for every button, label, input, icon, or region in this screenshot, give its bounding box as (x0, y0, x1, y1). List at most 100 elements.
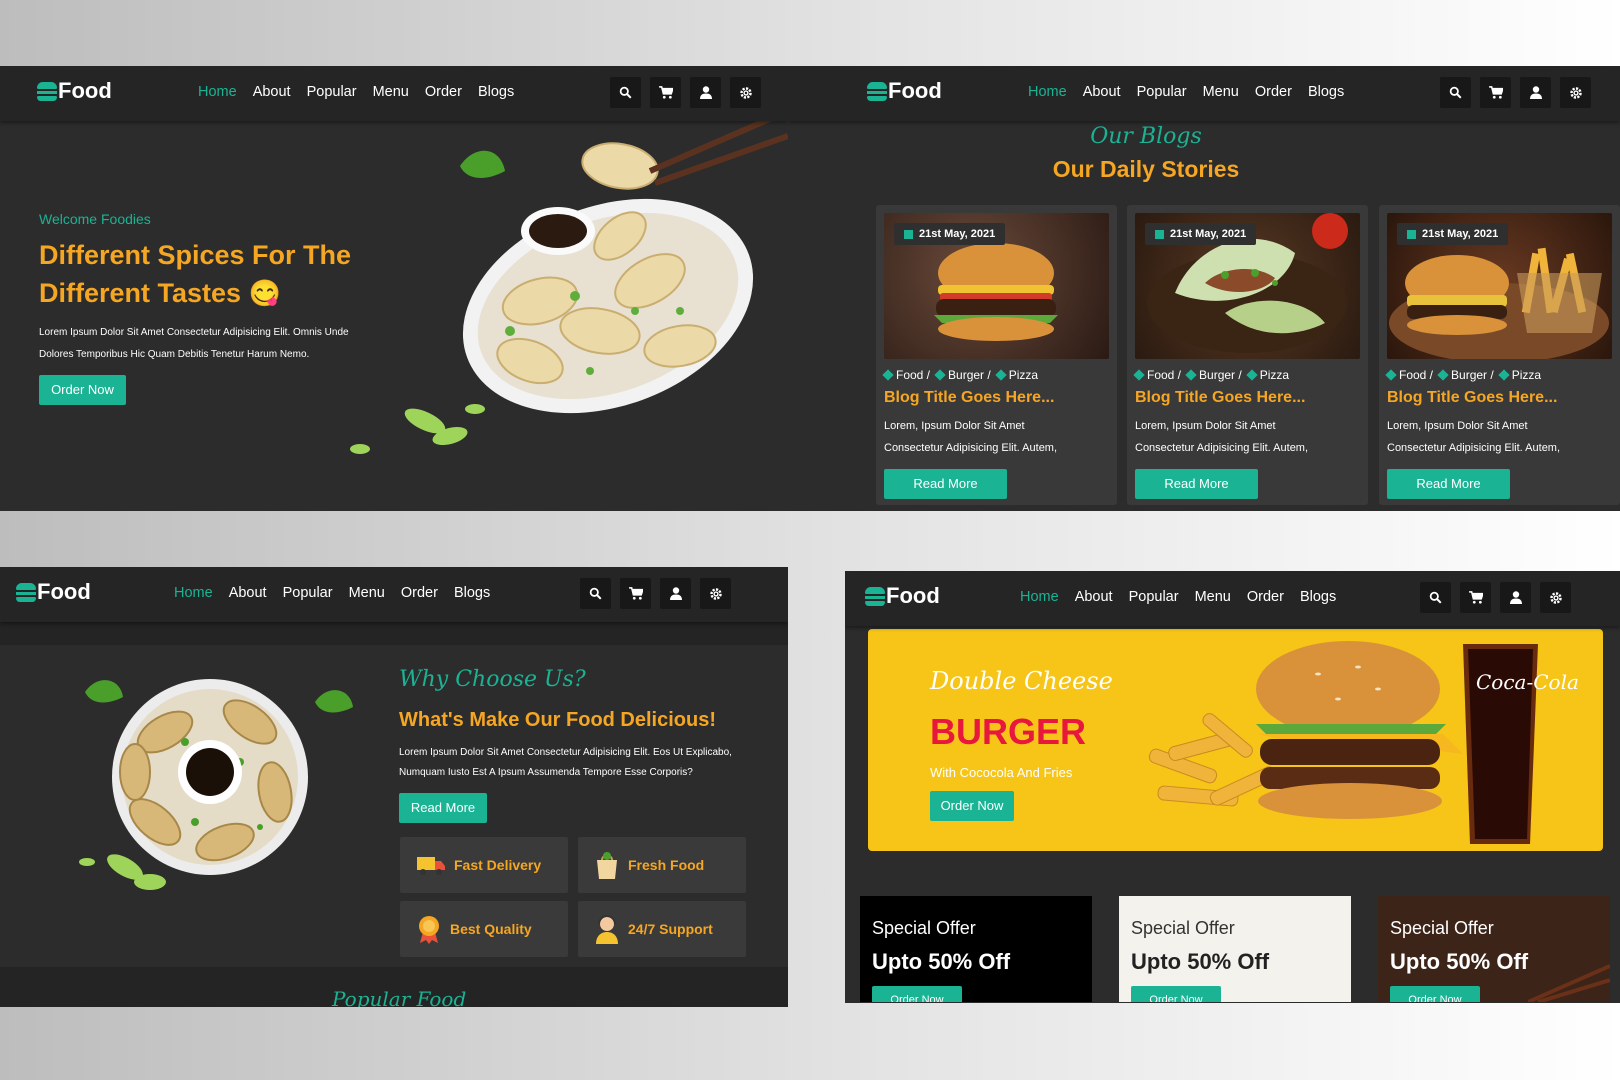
user-icon[interactable] (660, 578, 691, 609)
tag-icon (882, 369, 894, 381)
nav-icons (1440, 77, 1591, 108)
brand-name: Food (58, 78, 112, 103)
blog-excerpt-line2: Consectetur Adipisicing Elit. Autem, (884, 442, 1058, 454)
logo[interactable]: Food (16, 579, 91, 605)
blog-date: 21st May, 2021 (919, 228, 996, 240)
search-icon[interactable] (610, 77, 641, 108)
tag-food[interactable]: Food / (882, 368, 930, 382)
nav-order[interactable]: Order (1247, 589, 1284, 605)
order-now-button[interactable]: Order Now (39, 375, 126, 405)
cart-icon[interactable] (650, 77, 681, 108)
offer-discount: Upto 50% Off (872, 949, 1011, 974)
nav-order[interactable]: Order (425, 84, 462, 100)
delivery-truck-icon (417, 857, 445, 875)
nav-blogs[interactable]: Blogs (478, 84, 514, 100)
user-icon[interactable] (1520, 77, 1551, 108)
nav-home[interactable]: Home (1028, 84, 1067, 100)
nav-menu-link[interactable]: Menu (1203, 84, 1239, 100)
nav-menu: Home About Popular Menu Order Blogs (1028, 84, 1344, 100)
nav-about[interactable]: About (1075, 589, 1113, 605)
popular-food-heading: Popular Food (332, 987, 467, 1007)
nav-menu-link[interactable]: Menu (1195, 589, 1231, 605)
tag-burger[interactable]: Burger / (1185, 368, 1242, 382)
nav-home[interactable]: Home (174, 585, 213, 601)
brand-name: Food (888, 78, 942, 103)
tag-food[interactable]: Food / (1385, 368, 1434, 382)
logo[interactable]: Food (865, 583, 940, 609)
gear-icon[interactable] (1540, 582, 1571, 613)
nav-blogs[interactable]: Blogs (454, 585, 490, 601)
tag-icon (1133, 369, 1145, 381)
navbar: Food Home About Popular Menu Order Blogs (0, 567, 788, 622)
nav-about[interactable]: About (229, 585, 267, 601)
tag-icon (1437, 369, 1449, 381)
nav-blogs[interactable]: Blogs (1308, 84, 1344, 100)
hero-body-line1: Lorem Ipsum Dolor Sit Amet Consectetur A… (39, 327, 349, 338)
cart-icon[interactable] (620, 578, 651, 609)
nav-blogs[interactable]: Blogs (1300, 589, 1336, 605)
nav-popular[interactable]: Popular (307, 84, 357, 100)
gear-icon[interactable] (1560, 77, 1591, 108)
why-body-line2: Numquam Iusto Est A Ipsum Assumenda Temp… (399, 767, 693, 778)
search-icon[interactable] (1440, 77, 1471, 108)
nav-menu-link[interactable]: Menu (373, 84, 409, 100)
blog-title[interactable]: Blog Title Goes Here... (1387, 389, 1557, 407)
nav-menu-link[interactable]: Menu (349, 585, 385, 601)
hero-heading: Different Spices For The Different Taste… (39, 236, 351, 312)
tag-pizza[interactable]: Pizza (995, 368, 1038, 382)
nav-order[interactable]: Order (1255, 84, 1292, 100)
gear-icon[interactable] (700, 578, 731, 609)
search-icon[interactable] (1420, 582, 1451, 613)
nav-home[interactable]: Home (198, 84, 237, 100)
nav-popular[interactable]: Popular (1129, 589, 1179, 605)
cart-icon[interactable] (1480, 77, 1511, 108)
cart-icon[interactable] (1460, 582, 1491, 613)
blog-title[interactable]: Blog Title Goes Here... (884, 389, 1054, 407)
promo-banner: Double Cheese BURGER With Cococola And F… (868, 629, 1603, 851)
read-more-button[interactable]: Read More (399, 793, 487, 823)
nav-order[interactable]: Order (401, 585, 438, 601)
order-now-button[interactable]: Order Now (872, 986, 962, 1002)
read-more-button[interactable]: Read More (1135, 469, 1258, 499)
tag-label: Burger / (1199, 368, 1242, 382)
why-panel: Food Home About Popular Menu Order Blogs (0, 567, 788, 1007)
read-more-button[interactable]: Read More (1387, 469, 1510, 499)
blog-excerpt: Lorem, Ipsum Dolor Sit Amet Consectetur A… (884, 415, 1057, 459)
tag-icon (995, 369, 1007, 381)
blog-excerpt-line2: Consectetur Adipisicing Elit. Autem, (1135, 442, 1309, 454)
nav-home[interactable]: Home (1020, 589, 1059, 605)
nav-popular[interactable]: Popular (1137, 84, 1187, 100)
blog-excerpt-line1: Lorem, Ipsum Dolor Sit Amet (1135, 420, 1276, 432)
tag-label: Food / (1399, 368, 1434, 382)
blog-date: 21st May, 2021 (1422, 228, 1499, 240)
read-more-button[interactable]: Read More (884, 469, 1007, 499)
blog-card: 21st May, 2021 Food / Burger / Pizza Blo… (1127, 205, 1368, 505)
logo[interactable]: Food (867, 78, 942, 104)
tag-food[interactable]: Food / (1133, 368, 1181, 382)
date-badge: 21st May, 2021 (1397, 223, 1509, 245)
offer-label: Special Offer (1390, 918, 1494, 938)
nav-icons (610, 77, 761, 108)
blog-title[interactable]: Blog Title Goes Here... (1135, 389, 1305, 407)
nav-menu: Home About Popular Menu Order Blogs (1020, 589, 1336, 605)
nav-about[interactable]: About (253, 84, 291, 100)
burger-logo-icon (16, 582, 36, 602)
gear-icon[interactable] (730, 77, 761, 108)
burger-logo-icon (37, 81, 57, 101)
order-now-button[interactable]: Order Now (1390, 986, 1480, 1002)
search-icon[interactable] (580, 578, 611, 609)
hero-heading-line1: Different Spices For The (39, 240, 352, 270)
tag-label: Burger / (1451, 368, 1494, 382)
tag-pizza[interactable]: Pizza (1246, 368, 1289, 382)
calendar-icon (1407, 229, 1416, 239)
nav-popular[interactable]: Popular (283, 585, 333, 601)
tag-burger[interactable]: Burger / (934, 368, 991, 382)
logo[interactable]: Food (37, 78, 112, 104)
user-icon[interactable] (1500, 582, 1531, 613)
order-now-button[interactable]: Order Now (1131, 986, 1221, 1002)
user-icon[interactable] (690, 77, 721, 108)
nav-about[interactable]: About (1083, 84, 1121, 100)
order-now-button[interactable]: Order Now (930, 791, 1014, 821)
tag-burger[interactable]: Burger / (1437, 368, 1494, 382)
tag-pizza[interactable]: Pizza (1498, 368, 1541, 382)
